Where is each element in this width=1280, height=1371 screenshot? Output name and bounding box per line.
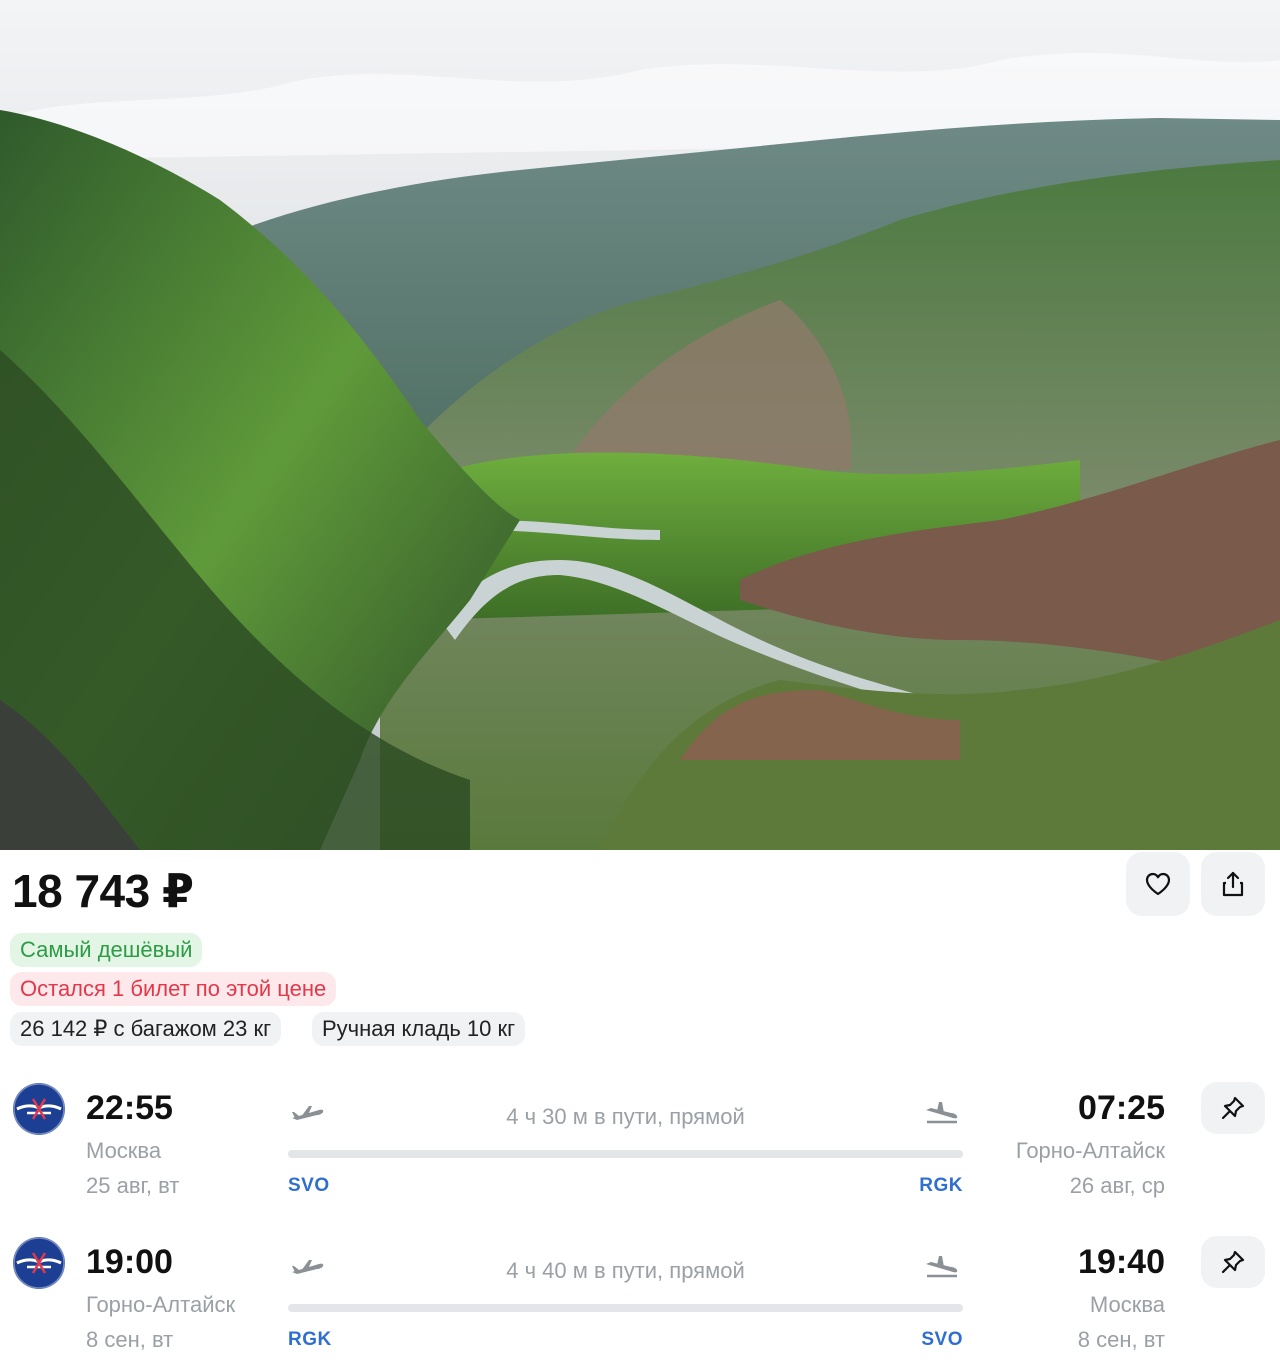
arrival-date: 26 авг, ср [1069,1173,1165,1198]
arrival-city: Горно-Алтайск [1015,1138,1165,1163]
landing-plane-icon [926,1256,958,1278]
heart-icon [1145,872,1171,896]
arrival-airport-code: SVO [921,1329,963,1350]
departure-city: Москва [86,1138,162,1163]
cheapest-badge: Самый дешёвый [10,933,203,967]
route-line [288,1304,963,1312]
route-line [288,1150,963,1158]
share-icon [1222,871,1244,897]
ticket-price: 18 743 ₽ [12,865,194,917]
departure-time: 22:55 [86,1089,173,1127]
departure-date: 25 авг, вт [86,1173,180,1198]
airline-logo-icon [13,1083,65,1135]
departure-date: 8 сен, вт [86,1327,174,1352]
arrival-city: Москва [1089,1292,1165,1317]
mountain-valley-image [0,0,1280,850]
hand-luggage-badge: Ручная кладь 10 кг [312,1012,526,1046]
departure-airport-code: RGK [288,1329,332,1350]
airline-logo-icon [13,1237,65,1289]
flight-duration: 4 ч 40 м в пути, прямой [506,1258,745,1283]
flight-segment-return[interactable]: 19:00 Горно-Алтайск 8 сен, вт 4 ч 40 м в… [0,1234,1280,1371]
favorite-button[interactable] [1126,852,1190,916]
hero-photo [0,0,1280,850]
pin-flight-button[interactable] [1201,1082,1265,1134]
arrival-airport-code: RGK [919,1175,963,1196]
departure-airport-code: SVO [288,1175,330,1196]
arrival-date: 8 сен, вт [1077,1327,1165,1352]
last-ticket-badge: Остался 1 билет по этой цене [10,972,337,1006]
arrival-time: 07:25 [1078,1089,1165,1127]
baggage-option-badge[interactable]: 26 142 ₽ с багажом 23 кг [10,1012,282,1046]
pin-icon [1221,1096,1245,1120]
flight-duration: 4 ч 30 м в пути, прямой [506,1104,745,1129]
share-button[interactable] [1201,852,1265,916]
pin-icon [1221,1250,1245,1274]
departure-time: 19:00 [86,1243,173,1281]
pin-flight-button[interactable] [1201,1236,1265,1288]
departure-city: Горно-Алтайск [86,1292,236,1317]
arrival-time: 19:40 [1078,1243,1165,1281]
landing-plane-icon [926,1102,958,1124]
flight-segment-outbound[interactable]: 22:55 Москва 25 авг, вт 4 ч 30 м в пути,… [0,1080,1280,1230]
